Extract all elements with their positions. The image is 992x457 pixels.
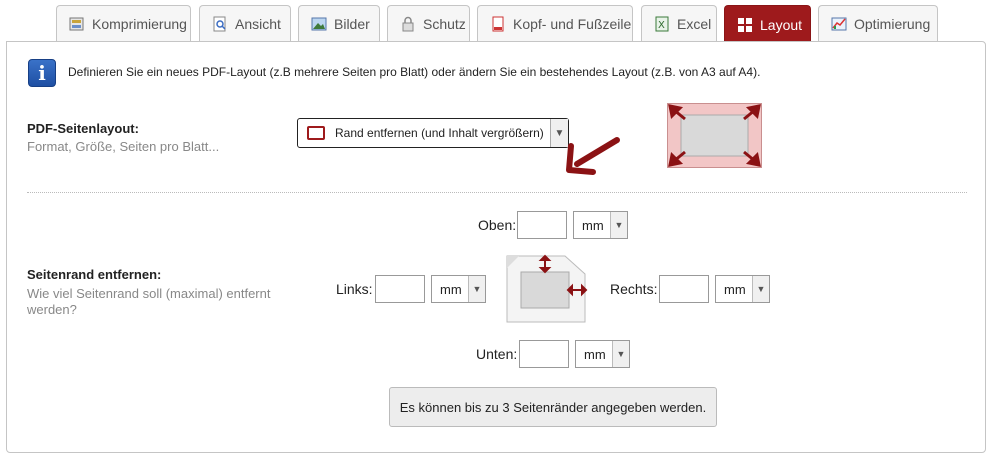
right-margin-input[interactable] bbox=[659, 275, 709, 303]
unit-value: mm bbox=[582, 217, 604, 233]
chevron-down-icon: ▼ bbox=[612, 341, 629, 367]
tab-kopf-fusszeile[interactable]: Kopf- und Fußzeile bbox=[477, 5, 633, 42]
tab-label: Excel bbox=[677, 16, 712, 32]
layout-grid-icon bbox=[737, 17, 753, 33]
margin-subtitle-1: Wie viel Seitenrand soll (maximal) entfe… bbox=[27, 286, 271, 301]
tab-bar: Komprimierung Ansicht Bilder Schutz Kopf… bbox=[0, 0, 992, 43]
layout-panel: i Definieren Sie ein neues PDF-Layout (z… bbox=[6, 41, 986, 453]
tab-schutz[interactable]: Schutz bbox=[387, 5, 470, 42]
layout-preview-icon bbox=[667, 103, 762, 168]
border-square-icon bbox=[307, 126, 325, 140]
chart-icon bbox=[831, 16, 847, 32]
unit-value: mm bbox=[584, 346, 606, 362]
tab-optimierung[interactable]: Optimierung bbox=[818, 5, 938, 42]
top-unit-select[interactable]: mm ▼ bbox=[573, 211, 628, 239]
margin-subtitle-2: werden? bbox=[27, 302, 77, 317]
unit-value: mm bbox=[440, 281, 462, 297]
left-unit-select[interactable]: mm ▼ bbox=[431, 275, 486, 303]
info-text: Definieren Sie ein neues PDF-Layout (z.B… bbox=[68, 65, 761, 79]
chevron-down-icon: ▼ bbox=[752, 276, 769, 302]
right-unit-select[interactable]: mm ▼ bbox=[715, 275, 770, 303]
tab-label: Schutz bbox=[423, 16, 466, 32]
top-margin-input[interactable] bbox=[517, 211, 567, 239]
unit-value: mm bbox=[724, 281, 746, 297]
svg-text:X: X bbox=[658, 20, 665, 31]
chevron-down-icon: ▼ bbox=[610, 212, 627, 238]
left-margin-input[interactable] bbox=[375, 275, 425, 303]
margin-hint-button[interactable]: Es können bis zu 3 Seitenränder angegebe… bbox=[389, 387, 717, 427]
layout-select-value: Rand entfernen (und Inhalt vergrößern) bbox=[335, 126, 544, 140]
margin-title: Seitenrand entfernen: bbox=[27, 267, 162, 282]
tab-bilder[interactable]: Bilder bbox=[298, 5, 380, 42]
section-divider bbox=[27, 192, 967, 193]
pointer-arrow-icon bbox=[566, 137, 620, 175]
tab-label: Komprimierung bbox=[92, 16, 187, 32]
image-icon bbox=[311, 16, 327, 32]
pdf-header-icon bbox=[490, 16, 506, 32]
layout-select[interactable]: Rand entfernen (und Inhalt vergrößern) ▼ bbox=[297, 118, 569, 148]
top-label: Oben: bbox=[478, 217, 517, 233]
tab-label: Kopf- und Fußzeile bbox=[513, 16, 632, 32]
bottom-label: Unten: bbox=[476, 346, 518, 362]
tab-label: Bilder bbox=[334, 16, 370, 32]
tab-label: Optimierung bbox=[854, 16, 931, 32]
compress-icon bbox=[69, 16, 85, 32]
chevron-down-icon: ▼ bbox=[468, 276, 485, 302]
tab-layout[interactable]: Layout bbox=[724, 5, 811, 43]
left-label: Links: bbox=[336, 281, 373, 297]
tab-excel[interactable]: X Excel bbox=[641, 5, 717, 42]
right-label: Rechts: bbox=[610, 281, 658, 297]
lock-icon bbox=[400, 16, 416, 32]
tab-ansicht[interactable]: Ansicht bbox=[199, 5, 291, 42]
bottom-margin-input[interactable] bbox=[519, 340, 569, 368]
tab-komprimierung[interactable]: Komprimierung bbox=[56, 5, 191, 42]
tab-label: Layout bbox=[760, 16, 803, 33]
info-icon: i bbox=[28, 59, 56, 87]
tab-label: Ansicht bbox=[235, 16, 281, 32]
page-margin-icon bbox=[506, 254, 588, 323]
bottom-unit-select[interactable]: mm ▼ bbox=[575, 340, 630, 368]
excel-icon: X bbox=[654, 16, 670, 32]
magnifier-page-icon bbox=[212, 16, 228, 32]
pdf-layout-title: PDF-Seitenlayout: bbox=[27, 121, 139, 136]
pdf-layout-subtitle: Format, Größe, Seiten pro Blatt... bbox=[27, 139, 220, 154]
